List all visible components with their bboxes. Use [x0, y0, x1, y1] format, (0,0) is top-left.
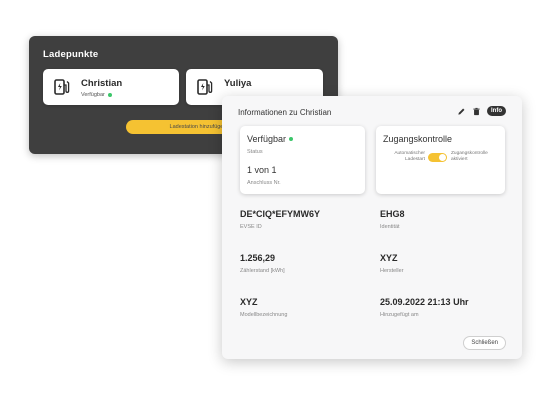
toggle-right-label: Zugangskontrolle aktiviert	[451, 151, 488, 162]
charging-point-card-christian[interactable]: Christian Verfügbar	[43, 69, 179, 105]
field-meter-reading: 1.256,29 Zählerstand [kWh]	[240, 253, 285, 274]
toggle-left-label: Automatischer Ladestart	[394, 151, 425, 162]
availability-label: Status	[247, 149, 263, 155]
field-label: Identität	[380, 224, 400, 230]
availability-box: Verfügbar Status 1 von 1 Anschluss Nr.	[240, 126, 365, 194]
field-value: XYZ	[240, 297, 258, 307]
availability-value: Verfügbar	[247, 134, 294, 144]
field-added-on: 25.09.2022 21:13 Uhr Hinzugefügt am	[380, 297, 469, 318]
charging-point-name: Christian	[81, 78, 123, 89]
field-label: EVSE ID	[240, 224, 262, 230]
charging-point-name: Yuliya	[224, 78, 252, 89]
connector-value: 1 von 1	[247, 165, 277, 175]
charging-point-status: Verfügbar	[81, 92, 112, 98]
close-button[interactable]: Schließen	[463, 336, 506, 350]
field-label: Hersteller	[380, 268, 404, 274]
status-dot-icon	[289, 137, 294, 141]
toggle-knob	[439, 154, 446, 161]
panel-title: Ladepunkte	[43, 49, 99, 60]
availability-text: Verfügbar	[247, 134, 287, 144]
field-label: Zählerstand [kWh]	[240, 268, 285, 274]
status-text: Verfügbar	[81, 92, 105, 98]
field-label: Modellbezeichnung	[240, 312, 288, 318]
status-dot-icon	[107, 93, 112, 97]
pencil-icon[interactable]	[457, 107, 466, 116]
screenshot-stage: Ladepunkte Christian Verfügbar Yuliya La…	[0, 0, 550, 400]
field-value: 25.09.2022 21:13 Uhr	[380, 297, 469, 307]
access-control-toggle[interactable]	[428, 153, 447, 162]
field-value: XYZ	[380, 253, 398, 263]
field-value: DE*CIQ*EFYMW6Y	[240, 209, 321, 219]
trash-icon[interactable]	[472, 107, 481, 116]
access-control-box: Zugangskontrolle Automatischer Ladestart…	[376, 126, 505, 194]
field-value: EHG8	[380, 209, 405, 219]
header-actions: Info	[457, 106, 506, 116]
charger-icon	[197, 79, 213, 95]
charger-icon	[54, 79, 70, 95]
field-value: 1.256,29	[240, 253, 276, 263]
field-manufacturer: XYZ Hersteller	[380, 253, 404, 274]
connector-label: Anschluss Nr.	[247, 180, 281, 186]
access-control-title: Zugangskontrolle	[383, 134, 453, 144]
field-label: Hinzugefügt am	[380, 312, 419, 318]
info-panel: Informationen zu Christian Info Verfügba…	[222, 96, 522, 359]
info-badge[interactable]: Info	[487, 106, 506, 116]
field-identity: EHG8 Identität	[380, 209, 405, 230]
info-panel-title: Informationen zu Christian	[238, 108, 332, 117]
field-evse-id: DE*CIQ*EFYMW6Y EVSE ID	[240, 209, 320, 230]
field-model-name: XYZ Modellbezeichnung	[240, 297, 287, 318]
